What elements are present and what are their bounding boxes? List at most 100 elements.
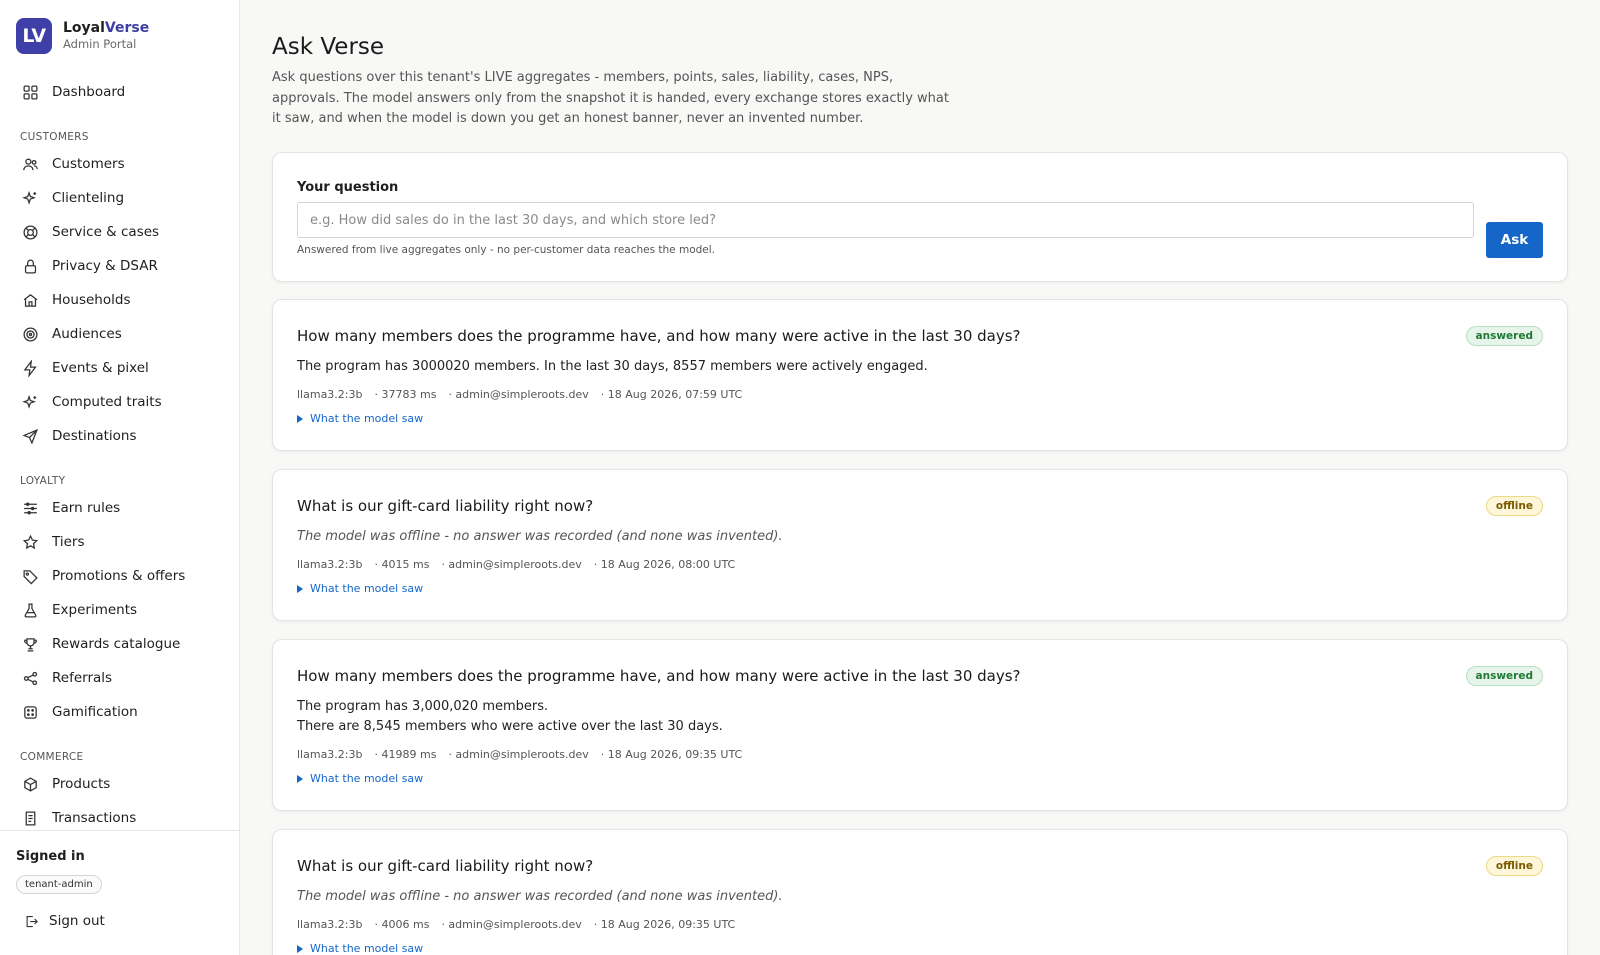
lock-icon [24,259,37,274]
sidebar-item-clienteling[interactable]: Clienteling [0,181,239,215]
entry-answer-line: There are 8,545 members who were active … [297,719,723,734]
entry-answer: The program has 3,000,020 members. There … [297,697,723,737]
sidebar-item-label: Destinations [52,428,137,444]
entry-question: What is our gift-card liability right no… [297,497,594,515]
sidebar-item-label: Clienteling [52,190,125,206]
sidebar-item-products[interactable]: Products [0,767,239,801]
sidebar-item-customers[interactable]: Customers [0,147,239,181]
target-icon [23,326,38,342]
tag-icon [23,569,38,584]
sidebar-item-label: Experiments [52,602,138,618]
sidebar-item-experiments[interactable]: Experiments [0,593,239,627]
page-title: Ask Verse [272,34,385,60]
role-badge: tenant-admin [16,875,102,894]
entry-meta-user: · admin@simpleroots.dev [441,558,582,571]
entry-meta-user: · admin@simpleroots.dev [441,918,582,931]
status-badge: offline [1485,496,1543,516]
history-entry-card: What is our gift-card liability right no… [272,829,1568,955]
caret-right-icon [297,774,303,783]
entry-answer: The model was offline - no answer was re… [297,527,783,547]
what-model-saw-label: What the model saw [310,582,424,595]
entry-answer-line: The model was offline - no answer was re… [297,889,783,904]
sidebar-item-service-cases[interactable]: Service & cases [0,215,239,249]
entry-question: How many members does the programme have… [297,327,1021,345]
entry-answer: The program has 3000020 members. In the … [297,357,928,377]
entry-meta-user: · admin@simpleroots.dev [448,388,589,401]
sign-out-label: Sign out [49,913,105,929]
sidebar-item-label: Households [52,292,131,308]
sidebar-item-label: Customers [52,156,125,172]
entry-meta-time: · 18 Aug 2026, 09:35 UTC [600,748,743,761]
sidebar-item-earn-rules[interactable]: Earn rules [0,491,239,525]
entry-meta-model: llama3.2:3b [297,558,363,571]
sidebar-item-label: Gamification [52,704,138,720]
history-entry-card: How many members does the programme have… [272,639,1568,811]
what-model-saw-toggle[interactable]: What the model saw [297,412,423,425]
sidebar-item-label: Audiences [52,326,122,342]
sidebar-item-referrals[interactable]: Referrals [0,661,239,695]
star-icon [22,534,39,549]
sidebar-item-label: Service & cases [52,224,160,240]
entry-meta: llama3.2:3b · 37783 ms · admin@simpleroots… [297,388,754,401]
sidebar: LV LoyalVerse Admin Portal Dashboard CUS… [0,0,240,955]
ask-card: Your question Answered from live aggrega… [272,152,1568,282]
entry-meta-model: llama3.2:3b [297,918,363,931]
entry-question: How many members does the programme have… [297,667,1021,685]
brand[interactable]: LV LoyalVerse Admin Portal [16,18,149,54]
question-input[interactable] [297,202,1474,238]
sidebar-item-gamification[interactable]: Gamification [0,695,239,729]
sidebar-item-events-pixel[interactable]: Events & pixel [0,351,239,385]
box-icon [24,776,37,792]
sidebar-item-label: Rewards catalogue [52,636,181,652]
caret-right-icon [297,414,303,423]
sidebar-item-label: Events & pixel [52,360,149,376]
nav-section-commerce: COMMERCE [20,751,84,763]
sidebar-item-tiers[interactable]: Tiers [0,525,239,559]
what-model-saw-toggle[interactable]: What the model saw [297,582,423,595]
sidebar-item-label: Products [52,776,111,792]
entry-meta-user: · admin@simpleroots.dev [448,748,589,761]
sidebar-item-audiences[interactable]: Audiences [0,317,239,351]
sliders-icon [24,502,37,514]
entry-meta: llama3.2:3b · 4015 ms · admin@simpleroots.… [297,558,747,571]
brand-name: LoyalVerse [63,20,149,36]
sidebar-item-households[interactable]: Households [0,283,239,317]
entry-meta-time: · 18 Aug 2026, 07:59 UTC [600,388,743,401]
sidebar-item-destinations[interactable]: Destinations [0,419,239,453]
entry-meta-time: · 18 Aug 2026, 08:00 UTC [593,558,736,571]
nav-section-customers: CUSTOMERS [20,131,89,143]
nav-section-loyalty: LOYALTY [20,475,66,487]
flask-icon [24,602,37,618]
what-model-saw-toggle[interactable]: What the model saw [297,772,423,785]
brand-name-part1: Loyal [63,20,105,36]
ask-button[interactable]: Ask [1486,222,1543,258]
question-help-text: Answered from live aggregates only - no … [297,244,716,256]
entry-meta-time: · 18 Aug 2026, 09:35 UTC [593,918,736,931]
history-entry-card: How many members does the programme have… [272,299,1568,451]
account-panel: Signed in tenant-admin Sign out [0,830,239,955]
sidebar-item-privacy-dsar[interactable]: Privacy & DSAR [0,249,239,283]
what-model-saw-label: What the model saw [310,942,424,955]
brand-subtitle: Admin Portal [63,37,137,51]
entry-meta-duration: · 4006 ms [374,918,430,931]
sidebar-item-label: Transactions [52,810,137,826]
what-model-saw-label: What the model saw [310,772,424,785]
entry-meta-model: llama3.2:3b [297,388,363,401]
sidebar-item-computed-traits[interactable]: Computed traits [0,385,239,419]
page-description: Ask questions over this tenant's LIVE ag… [272,70,949,126]
sign-out-button[interactable]: Sign out [24,913,105,929]
entry-meta-duration: · 37783 ms [374,388,437,401]
send-icon [22,428,39,444]
lightning-icon [23,359,37,377]
sidebar-item-rewards-catalogue[interactable]: Rewards catalogue [0,627,239,661]
entry-answer-line: The program has 3,000,020 members. [297,699,549,714]
sparkles-icon [22,394,37,409]
sparkles-icon [22,190,37,205]
entry-answer: The model was offline - no answer was re… [297,887,783,907]
sidebar-item-dashboard[interactable]: Dashboard [0,75,239,109]
what-model-saw-toggle[interactable]: What the model saw [297,942,423,955]
entry-meta: llama3.2:3b · 4006 ms · admin@simpleroots.… [297,918,747,931]
share-icon [23,671,38,685]
sidebar-item-promotions-offers[interactable]: Promotions & offers [0,559,239,593]
sidebar-item-label: Privacy & DSAR [52,258,158,274]
